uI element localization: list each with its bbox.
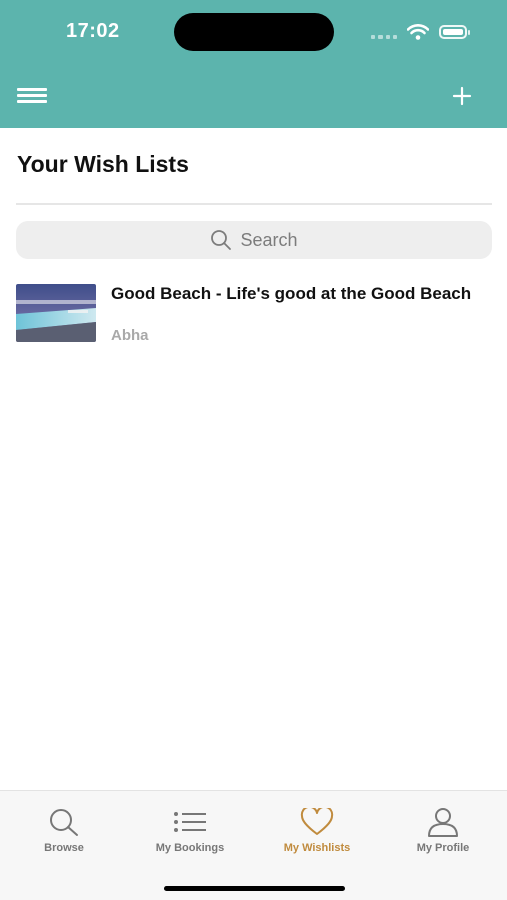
top-header: 17:02 bbox=[0, 0, 507, 128]
battery-icon bbox=[439, 25, 470, 39]
tab-label: My Bookings bbox=[155, 842, 225, 854]
tab-my-wishlists[interactable]: My Wishlists bbox=[262, 807, 372, 859]
search-icon bbox=[50, 809, 78, 836]
hamburger-icon-line bbox=[17, 94, 47, 97]
menu-button[interactable] bbox=[17, 86, 49, 106]
status-icons bbox=[371, 22, 470, 42]
status-time: 17:02 bbox=[66, 20, 120, 42]
person-icon bbox=[428, 808, 458, 837]
hamburger-icon-line bbox=[17, 88, 47, 91]
list-item[interactable]: Good Beach - Life's good at the Good Bea… bbox=[16, 284, 492, 346]
add-button[interactable] bbox=[450, 84, 474, 108]
search-placeholder: Search bbox=[240, 229, 298, 250]
cellular-signal-icon bbox=[371, 35, 397, 39]
home-indicator bbox=[164, 886, 345, 891]
search-input[interactable]: Search bbox=[16, 221, 492, 259]
list-icon bbox=[174, 812, 206, 832]
hamburger-icon-line bbox=[17, 100, 47, 103]
tab-label: My Wishlists bbox=[283, 842, 351, 854]
divider bbox=[16, 203, 492, 205]
wifi-icon bbox=[407, 24, 429, 40]
wishlist-thumbnail bbox=[16, 284, 96, 342]
plus-icon bbox=[452, 86, 472, 106]
tab-browse[interactable]: Browse bbox=[9, 807, 119, 859]
page-title: Your Wish Lists bbox=[17, 151, 189, 177]
tab-my-bookings[interactable]: My Bookings bbox=[135, 807, 245, 859]
wishlist-item-title: Good Beach - Life's good at the Good Bea… bbox=[111, 284, 472, 303]
search-icon bbox=[211, 230, 232, 250]
tab-label: Browse bbox=[44, 842, 84, 854]
dynamic-island bbox=[174, 13, 334, 51]
tab-my-profile[interactable]: My Profile bbox=[388, 807, 498, 859]
wishlist-item-location: Abha bbox=[111, 327, 149, 344]
tab-label: My Profile bbox=[416, 842, 470, 854]
heart-icon bbox=[300, 808, 334, 835]
bottom-tab-bar: Browse My Bookings My Wishlists My Profi… bbox=[0, 790, 507, 900]
